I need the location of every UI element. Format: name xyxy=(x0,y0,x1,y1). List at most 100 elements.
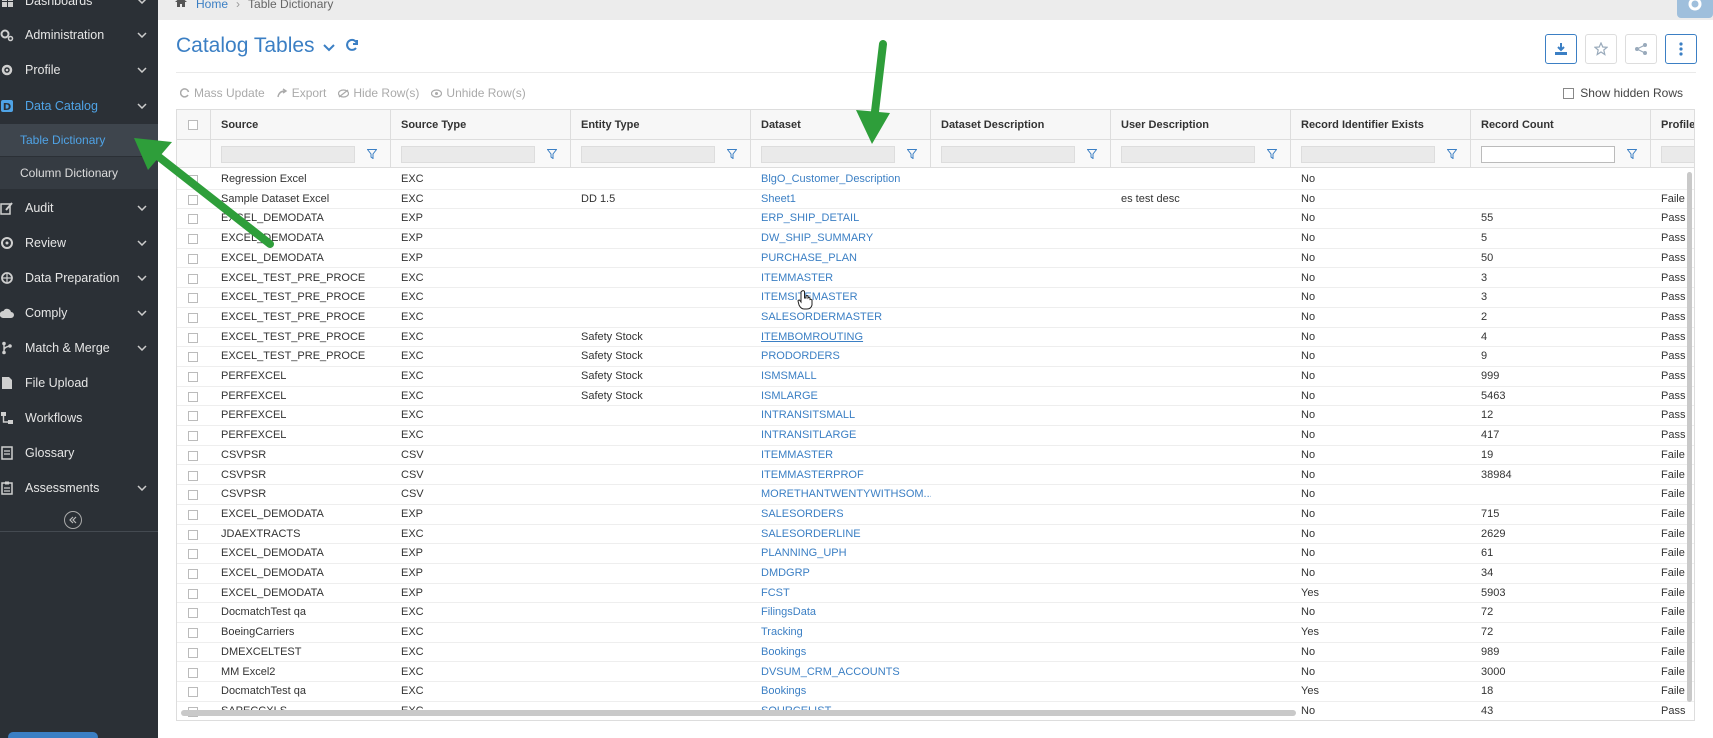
dataset-link[interactable]: Tracking xyxy=(751,623,931,643)
favorite-button[interactable] xyxy=(1585,34,1617,64)
row-checkbox[interactable] xyxy=(188,490,198,501)
table-row[interactable]: EXCEL_DEMODATA EXP ERP_SHIP_DETAIL No 55 Pass xyxy=(177,209,1694,230)
table-row[interactable]: EXCEL_DEMODATA EXP SALESORDERS No 715 Faile xyxy=(177,505,1694,525)
row-checkbox[interactable] xyxy=(188,411,198,422)
table-row[interactable]: BoeingCarriers EXC Tracking Yes 72 Faile xyxy=(177,623,1694,643)
table-row[interactable]: EXCEL_DEMODATA EXP DMDGRP No 34 Faile xyxy=(177,564,1694,584)
sidebar-item-administration[interactable]: Administration xyxy=(0,18,158,52)
filter-icon[interactable] xyxy=(547,149,557,159)
row-checkbox[interactable] xyxy=(188,470,198,481)
table-row[interactable]: EXCEL_TEST_PRE_PROCE EXC SALESORDERMASTER N… xyxy=(177,308,1694,328)
column-header[interactable]: Record Identifier Exists xyxy=(1291,110,1471,140)
row-checkbox[interactable] xyxy=(188,608,198,619)
column-header[interactable]: Dataset Description xyxy=(931,110,1111,140)
row-checkbox[interactable] xyxy=(188,450,198,461)
column-header[interactable]: User Description xyxy=(1111,110,1291,140)
dataset-link[interactable]: Sheet1 xyxy=(751,190,931,210)
dataset-link[interactable]: MORETHANTWENTYWITHSOM... xyxy=(751,485,931,505)
column-header[interactable]: Record Count xyxy=(1471,110,1651,140)
column-header[interactable]: Entity Type xyxy=(571,110,751,140)
dataset-link[interactable]: BlgO_Customer_Description xyxy=(751,170,931,190)
row-checkbox[interactable] xyxy=(188,431,198,442)
row-checkbox[interactable] xyxy=(188,175,198,185)
dataset-link[interactable]: DVSUM_CRM_ACCOUNTS xyxy=(751,663,931,683)
table-row[interactable]: EXCEL_TEST_PRE_PROCE EXC ITEMMASTER No 3 Pass xyxy=(177,269,1694,289)
more-options-button[interactable] xyxy=(1665,34,1697,64)
row-checkbox[interactable] xyxy=(188,273,198,284)
select-all-checkbox[interactable] xyxy=(188,120,198,130)
dataset-link[interactable]: Bookings xyxy=(751,682,931,702)
filter-icon[interactable] xyxy=(1267,149,1277,159)
dataset-link[interactable]: SALESORDERLINE xyxy=(751,525,931,545)
sidebar-item-comply[interactable]: Comply xyxy=(0,296,158,330)
filter-icon[interactable] xyxy=(367,149,377,159)
dataset-link[interactable]: INTRANSITLARGE xyxy=(751,426,931,446)
table-row[interactable]: Regression Excel EXC BlgO_Customer_Descrip… xyxy=(177,170,1694,190)
row-checkbox[interactable] xyxy=(188,372,198,382)
row-checkbox[interactable] xyxy=(188,509,198,520)
table-row[interactable]: DocmatchTest qa EXC Bookings Yes 18 Faile xyxy=(177,682,1694,702)
horizontal-scrollbar[interactable] xyxy=(181,710,1296,716)
sidebar-subitem-table-dictionary[interactable]: Table Dictionary xyxy=(0,124,158,156)
row-checkbox[interactable] xyxy=(188,588,198,599)
sidebar-subitem-column-dictionary[interactable]: Column Dictionary xyxy=(0,157,158,189)
dataset-link[interactable]: DW_SHIP_SUMMARY xyxy=(751,229,931,249)
breadcrumb-home-link[interactable]: Home xyxy=(196,0,228,11)
table-row[interactable]: PERFEXCEL EXC Safety Stock ISMSMALL No 999 Pas… xyxy=(177,367,1694,387)
sidebar-item-audit[interactable]: Audit xyxy=(0,191,158,225)
row-checkbox[interactable] xyxy=(188,647,198,658)
row-checkbox[interactable] xyxy=(188,194,198,205)
unhide-rows-button[interactable]: Unhide Row(s) xyxy=(431,86,526,100)
filter-input[interactable] xyxy=(581,146,715,163)
sidebar-item-assessments[interactable]: Assessments xyxy=(0,471,158,505)
table-row[interactable]: EXCEL_DEMODATA EXP PURCHASE_PLAN No 50 Pass xyxy=(177,249,1694,269)
table-row[interactable]: CSVPSR CSV ITEMMASTER No 19 Faile xyxy=(177,446,1694,466)
dataset-link[interactable]: ITEMBOMROUTING xyxy=(751,328,931,348)
sidebar-item-data-catalog[interactable]: D Data Catalog xyxy=(0,89,158,123)
collapse-sidebar-button[interactable] xyxy=(64,511,82,529)
row-checkbox[interactable] xyxy=(188,529,198,540)
table-row[interactable]: JDAEXTRACTS EXC SALESORDERLINE No 2629 Faile xyxy=(177,525,1694,545)
filter-input[interactable] xyxy=(1661,146,1694,163)
settings-button[interactable] xyxy=(1677,0,1713,18)
sidebar-item-data-preparation[interactable]: Data Preparation xyxy=(0,261,158,295)
dataset-link[interactable]: SALESORDERMASTER xyxy=(751,308,931,328)
sidebar-item-glossary[interactable]: Glossary xyxy=(0,436,158,470)
sidebar-item-workflows[interactable]: Workflows xyxy=(0,401,158,435)
dataset-link[interactable]: SALESORDERS xyxy=(751,505,931,525)
table-row[interactable]: DMEXCELTEST EXC Bookings No 989 Faile xyxy=(177,643,1694,663)
filter-input[interactable] xyxy=(761,146,895,163)
row-checkbox[interactable] xyxy=(188,628,198,639)
dataset-link[interactable]: ISMLARGE xyxy=(751,387,931,407)
column-header[interactable]: Profile xyxy=(1651,110,1694,140)
dataset-link[interactable]: ITEMMASTER xyxy=(751,446,931,466)
filter-input[interactable] xyxy=(1121,146,1255,163)
table-row[interactable]: PERFEXCEL EXC INTRANSITLARGE No 417 Pass xyxy=(177,426,1694,446)
row-checkbox[interactable] xyxy=(188,332,198,343)
filter-input[interactable] xyxy=(1481,146,1615,163)
table-row[interactable]: PERFEXCEL EXC Safety Stock ISMLARGE No 5463 Pa… xyxy=(177,387,1694,407)
dataset-link[interactable]: ITEMMASTERPROF xyxy=(751,466,931,486)
row-checkbox[interactable] xyxy=(188,293,198,304)
sidebar-item-review[interactable]: Review xyxy=(0,226,158,260)
filter-input[interactable] xyxy=(401,146,535,163)
table-row[interactable]: MM Excel2 EXC DVSUM_CRM_ACCOUNTS No 3000 Fail… xyxy=(177,663,1694,683)
table-row[interactable]: Sample Dataset Excel EXC DD 1.5 Sheet1 es te… xyxy=(177,190,1694,210)
mass-update-button[interactable]: Mass Update xyxy=(180,86,265,100)
filter-input[interactable] xyxy=(1301,146,1435,163)
dataset-link[interactable]: ITEMMASTER xyxy=(751,269,931,289)
dataset-link[interactable]: INTRANSITSMALL xyxy=(751,406,931,426)
table-row[interactable]: PERFEXCEL EXC INTRANSITSMALL No 12 Pass xyxy=(177,406,1694,427)
dataset-link[interactable]: Bookings xyxy=(751,643,931,663)
filter-icon[interactable] xyxy=(1447,149,1457,159)
table-row[interactable]: EXCEL_DEMODATA EXP FCST Yes 5903 Faile xyxy=(177,584,1694,604)
table-row[interactable]: EXCEL_TEST_PRE_PROCE EXC Safety Stock ITEMB… xyxy=(177,328,1694,348)
dataset-link[interactable]: ITEMSITEMASTER xyxy=(751,288,931,308)
table-row[interactable]: CSVPSR CSV MORETHANTWENTYWITHSOM... No Faile xyxy=(177,485,1694,505)
filter-icon[interactable] xyxy=(907,149,917,159)
sidebar-item-match-merge[interactable]: Match & Merge xyxy=(0,331,158,365)
row-checkbox[interactable] xyxy=(188,312,198,323)
hide-rows-button[interactable]: Hide Row(s) xyxy=(338,86,419,100)
sidebar-item-profile[interactable]: Profile xyxy=(0,53,158,87)
filter-input[interactable] xyxy=(941,146,1075,163)
